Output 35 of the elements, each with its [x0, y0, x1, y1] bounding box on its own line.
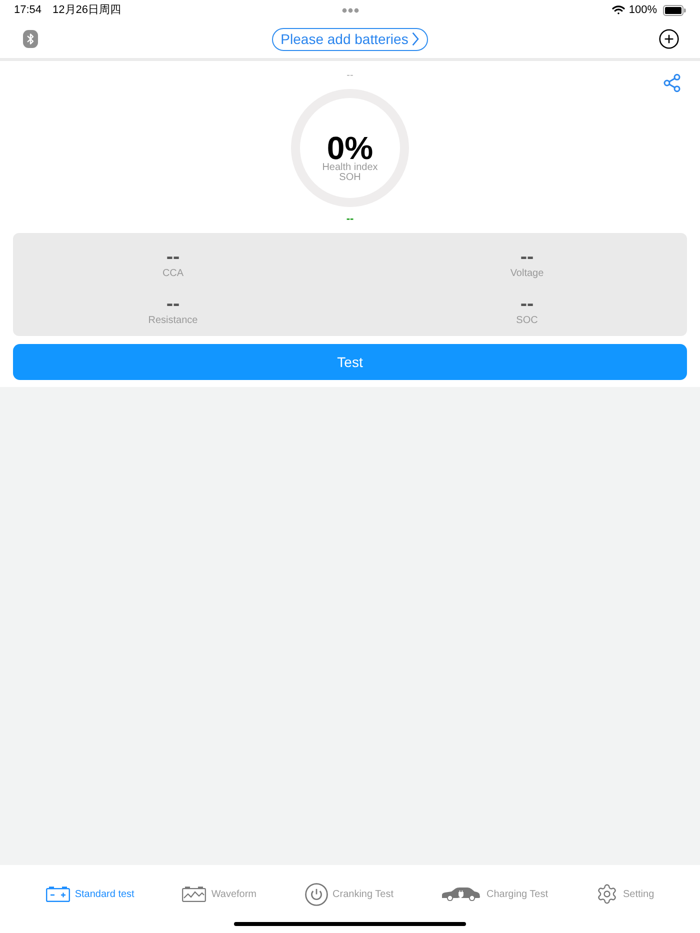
metric-value: -- — [166, 247, 180, 267]
metric-value: -- — [166, 294, 180, 314]
test-button[interactable]: Test — [13, 344, 687, 380]
top-reading: -- — [346, 70, 354, 82]
tab-item[interactable]: Waveform — [182, 886, 257, 902]
metric-label: SOC — [516, 315, 538, 327]
car-plug-icon — [441, 887, 482, 901]
battery-status-icon — [663, 4, 686, 16]
health-label: Health index — [322, 163, 378, 173]
tab-item[interactable]: Charging Test — [441, 886, 548, 902]
battery-icon — [46, 886, 70, 902]
add-icon[interactable] — [658, 28, 680, 50]
wifi-icon — [612, 5, 625, 15]
tab-item[interactable]: Setting — [596, 883, 654, 905]
power-icon — [304, 882, 328, 906]
metric-value: -- — [520, 247, 534, 267]
add-batteries-button[interactable]: Please add batteries — [272, 28, 428, 50]
tab-item[interactable]: Cranking Test — [304, 882, 394, 906]
tab-item[interactable]: Standard test — [46, 886, 134, 902]
metric-value: -- — [520, 294, 534, 314]
status-date: 12月26日周四 — [52, 2, 122, 18]
battery-percent: 100% — [628, 2, 657, 18]
health-percent: 0% — [326, 133, 374, 163]
metric-label: Voltage — [510, 268, 544, 280]
health-sublabel: SOH — [339, 173, 361, 183]
metric-label: Resistance — [148, 315, 198, 327]
bluetooth-icon[interactable] — [23, 30, 38, 48]
share-icon[interactable] — [662, 73, 682, 93]
gear-icon — [596, 883, 618, 905]
chevron-right-icon — [412, 32, 420, 46]
waveform-battery-icon — [182, 886, 206, 902]
metric-label: CCA — [162, 268, 184, 280]
more-dots-icon[interactable] — [342, 8, 358, 12]
status-time: 17:54 — [14, 2, 42, 18]
bottom-reading: -- — [346, 213, 354, 225]
